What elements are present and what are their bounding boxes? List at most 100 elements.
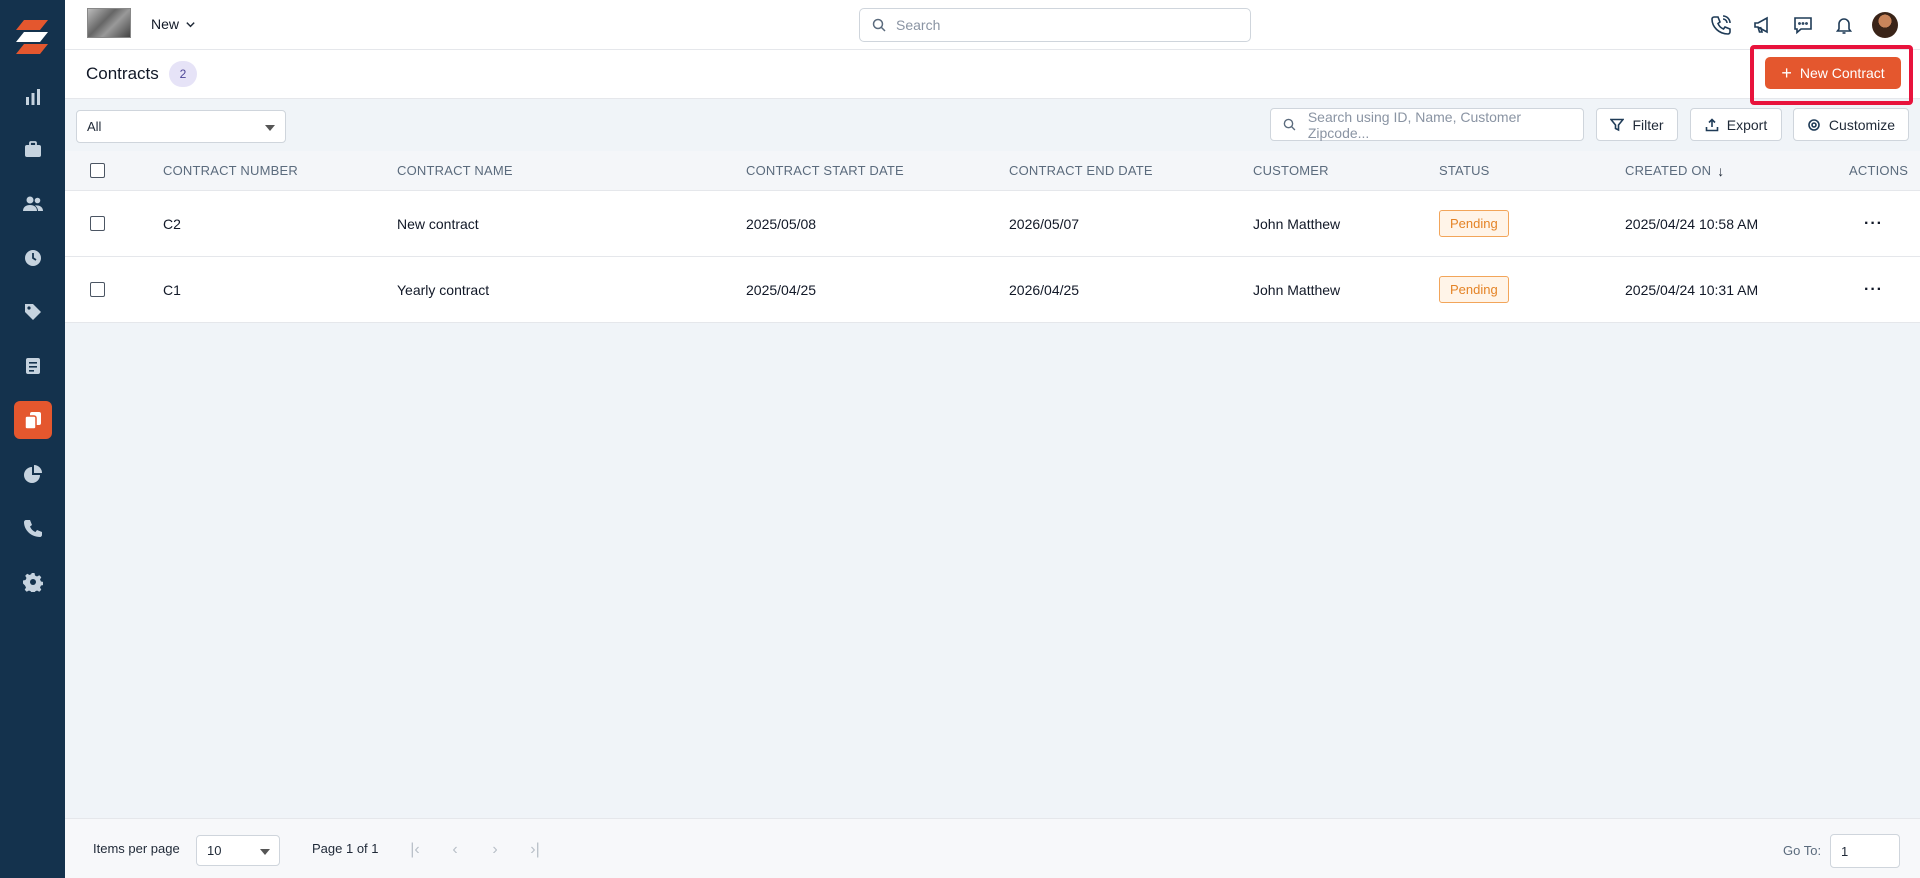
chevron-left-icon: ‹: [452, 841, 458, 858]
global-search-input[interactable]: Search: [859, 8, 1251, 42]
select-all-checkbox[interactable]: [90, 163, 105, 178]
caret-down-icon: [265, 125, 275, 131]
search-icon: [872, 18, 886, 32]
chevron-right-icon: ›: [492, 841, 498, 858]
more-actions-icon[interactable]: ···: [1864, 215, 1883, 233]
more-actions-icon[interactable]: ···: [1864, 281, 1883, 299]
page-header: Contracts 2: [65, 50, 1920, 99]
contracts-count-badge: 2: [169, 61, 197, 87]
chat-bubble-icon: [1794, 17, 1812, 35]
contract-end-date: 2026/04/25: [1009, 281, 1080, 298]
pagination-bar: Items per page 10 Page 1 of 1 |‹ ‹ › ›| …: [65, 818, 1920, 878]
go-to-page-value: 1: [1841, 843, 1849, 859]
app-logo[interactable]: [14, 18, 50, 56]
user-avatar[interactable]: [1872, 12, 1898, 38]
sidebar-item-dashboard[interactable]: [14, 78, 52, 116]
status-filter-value: All: [87, 119, 102, 134]
new-dropdown-label: New: [151, 16, 180, 32]
messages-button[interactable]: [1790, 12, 1816, 38]
column-header-end-date[interactable]: CONTRACT END DATE: [1009, 151, 1153, 190]
phone-icon: [24, 520, 42, 537]
sidebar-item-timesheets[interactable]: [14, 239, 52, 277]
bell-icon: [1835, 18, 1853, 34]
contracts-table: CONTRACT NUMBER CONTRACT NAME CONTRACT S…: [65, 151, 1920, 323]
sidebar-item-settings[interactable]: [14, 563, 52, 601]
table-row[interactable]: C2 New contract 2025/05/08 2026/05/07 Jo…: [65, 191, 1920, 257]
announcements-button[interactable]: [1749, 12, 1775, 38]
notifications-button[interactable]: [1831, 12, 1857, 38]
status-badge: Pending: [1439, 210, 1509, 237]
phone-call-button[interactable]: [1708, 12, 1734, 38]
sidebar-item-contracts[interactable]: [14, 401, 52, 439]
contract-number[interactable]: C1: [163, 257, 181, 322]
top-bar-actions: [1708, 12, 1898, 38]
table-header-row: CONTRACT NUMBER CONTRACT NAME CONTRACT S…: [65, 151, 1920, 191]
dashboard-chart-icon: [26, 89, 40, 105]
created-on: 2025/04/24 10:58 AM: [1625, 215, 1759, 232]
column-header-actions: ACTIONS: [1849, 163, 1909, 178]
column-header-status[interactable]: STATUS: [1439, 151, 1490, 190]
briefcase-icon: [25, 141, 41, 157]
contract-name[interactable]: New contract: [397, 191, 479, 256]
export-button[interactable]: Export: [1690, 108, 1782, 141]
contract-number[interactable]: C2: [163, 191, 181, 256]
search-icon: [1283, 118, 1296, 131]
row-select-cell: [90, 191, 105, 256]
column-header-created-on-cell[interactable]: CREATED ON ↓: [1625, 151, 1724, 190]
column-header-contract-name[interactable]: CONTRACT NAME: [397, 151, 513, 190]
table-row[interactable]: C1 Yearly contract 2025/04/25 2026/04/25…: [65, 257, 1920, 323]
column-header-contract-number[interactable]: CONTRACT NUMBER: [163, 151, 298, 190]
new-dropdown-button[interactable]: New: [151, 16, 196, 32]
sort-descending-icon: ↓: [1717, 162, 1725, 179]
customer-name[interactable]: John Matthew: [1253, 191, 1340, 256]
filter-button[interactable]: Filter: [1596, 108, 1678, 141]
next-page-button[interactable]: ›: [481, 836, 509, 864]
invoice-icon: [26, 358, 40, 374]
contracts-icon: [24, 412, 41, 430]
status-cell: Pending: [1439, 257, 1509, 322]
contract-start-date: 2025/04/25: [746, 281, 817, 298]
status-cell: Pending: [1439, 191, 1509, 256]
row-checkbox[interactable]: [90, 216, 105, 231]
sidebar-item-customers[interactable]: [14, 185, 52, 223]
contract-name[interactable]: Yearly contract: [397, 257, 489, 322]
page-info: Page 1 of 1: [312, 841, 379, 856]
last-page-button[interactable]: ›|: [521, 836, 549, 864]
table-toolbar: All Search using ID, Name, Customer Zipc…: [65, 99, 1920, 151]
customer-name[interactable]: John Matthew: [1253, 257, 1340, 322]
sidebar-item-jobs[interactable]: [14, 131, 52, 169]
page-title: Contracts: [86, 64, 159, 83]
status-filter-select[interactable]: All: [76, 110, 286, 143]
tag-icon: [25, 304, 41, 320]
chevron-down-icon: [186, 21, 195, 27]
column-header-start-date[interactable]: CONTRACT START DATE: [746, 151, 904, 190]
phone-call-icon: [1711, 15, 1731, 35]
row-checkbox[interactable]: [90, 282, 105, 297]
sidebar-item-calls[interactable]: [14, 509, 52, 547]
contract-end-date: 2026/05/07: [1009, 215, 1080, 232]
status-badge: Pending: [1439, 276, 1509, 303]
megaphone-icon: [1754, 16, 1768, 34]
company-logo-thumbnail[interactable]: [87, 8, 131, 38]
customize-button[interactable]: Customize: [1793, 108, 1909, 141]
first-page-button[interactable]: |‹: [401, 836, 429, 864]
column-header-customer[interactable]: CUSTOMER: [1253, 151, 1329, 190]
sidebar: [0, 0, 65, 878]
users-icon: [23, 196, 43, 211]
caret-down-icon: [260, 849, 270, 855]
export-label: Export: [1726, 116, 1768, 133]
new-contract-button[interactable]: + New Contract: [1765, 57, 1901, 89]
previous-page-button[interactable]: ‹: [441, 836, 469, 864]
sidebar-item-pricebook[interactable]: [14, 293, 52, 331]
column-header-created-on: CREATED ON: [1625, 163, 1712, 178]
clock-icon: [25, 250, 41, 266]
sidebar-item-invoices[interactable]: [14, 347, 52, 385]
table-search-input[interactable]: Search using ID, Name, Customer Zipcode.…: [1270, 108, 1584, 141]
items-per-page-select[interactable]: 10: [196, 835, 280, 866]
last-page-icon: ›|: [530, 841, 540, 858]
sidebar-item-reports[interactable]: [14, 455, 52, 493]
contract-start-date: 2025/05/08: [746, 215, 817, 232]
row-actions-cell: ···: [1864, 191, 1883, 256]
go-to-page-input[interactable]: 1: [1830, 834, 1900, 868]
table-search-placeholder: Search using ID, Name, Customer Zipcode.…: [1307, 108, 1522, 141]
